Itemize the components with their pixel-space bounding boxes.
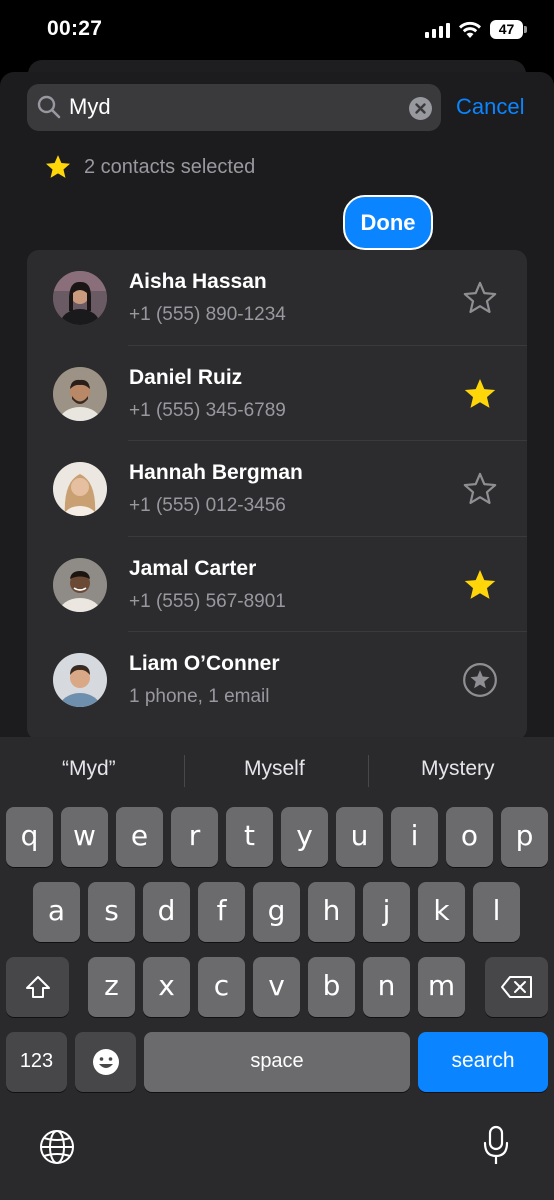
- key-z[interactable]: z: [88, 957, 135, 1017]
- key-s[interactable]: s: [88, 882, 135, 942]
- key-j[interactable]: j: [363, 882, 410, 942]
- key-r[interactable]: r: [171, 807, 218, 867]
- numbers-key[interactable]: 123: [6, 1032, 67, 1092]
- key-f[interactable]: f: [198, 882, 245, 942]
- suggestion-item[interactable]: Mystery: [421, 757, 495, 781]
- avatar: [53, 366, 107, 421]
- suggestion-item[interactable]: Myself: [244, 757, 305, 781]
- wifi-icon: [459, 21, 481, 38]
- contact-detail: 1 phone, 1 email: [129, 686, 270, 707]
- key-i[interactable]: i: [391, 807, 438, 867]
- contacts-list: Aisha Hassan +1 (555) 890-1234 Daniel Ru…: [27, 250, 527, 740]
- shift-key[interactable]: [6, 957, 69, 1017]
- key-p[interactable]: p: [501, 807, 548, 867]
- star-filled-icon[interactable]: [461, 566, 499, 604]
- contact-detail: +1 (555) 012-3456: [129, 495, 286, 516]
- search-key[interactable]: search: [418, 1032, 548, 1092]
- status-time: 00:27: [47, 17, 103, 40]
- contact-detail: +1 (555) 890-1234: [129, 304, 286, 325]
- avatar: [53, 271, 107, 325]
- key-n[interactable]: n: [363, 957, 410, 1017]
- search-query[interactable]: Myd: [69, 93, 111, 121]
- contact-name: Liam O’Conner: [129, 652, 280, 675]
- contact-name: Aisha Hassan: [129, 270, 267, 293]
- key-d[interactable]: d: [143, 882, 190, 942]
- key-e[interactable]: e: [116, 807, 163, 867]
- key-h[interactable]: h: [308, 882, 355, 942]
- key-c[interactable]: c: [198, 957, 245, 1017]
- contact-row[interactable]: Aisha Hassan +1 (555) 890-1234: [27, 250, 527, 346]
- key-a[interactable]: a: [33, 882, 80, 942]
- selection-count: 2 contacts selected: [84, 155, 256, 178]
- star-filled-icon[interactable]: [461, 375, 499, 413]
- suggestion-item[interactable]: “Myd”: [62, 757, 116, 781]
- selection-summary: 2 contacts selected: [44, 153, 255, 181]
- shift-icon: [25, 976, 50, 998]
- backspace-icon: [500, 976, 532, 998]
- key-x[interactable]: x: [143, 957, 190, 1017]
- key-b[interactable]: b: [308, 957, 355, 1017]
- star-circle-icon[interactable]: [461, 661, 499, 699]
- microphone-icon[interactable]: [482, 1125, 510, 1167]
- star-outline-icon[interactable]: [461, 470, 499, 508]
- delete-key[interactable]: [485, 957, 548, 1017]
- key-o[interactable]: o: [446, 807, 493, 867]
- contact-row[interactable]: Hannah Bergman +1 (555) 012-3456: [27, 441, 527, 537]
- suggestion-divider: [184, 755, 185, 787]
- avatar: [53, 653, 107, 707]
- status-bar: 00:27 47: [0, 0, 554, 62]
- key-l[interactable]: l: [473, 882, 520, 942]
- key-t[interactable]: t: [226, 807, 273, 867]
- avatar: [53, 557, 107, 612]
- space-key[interactable]: space: [144, 1032, 410, 1092]
- key-m[interactable]: m: [418, 957, 465, 1017]
- contact-name: Hannah Bergman: [129, 461, 303, 484]
- emoji-icon: [92, 1049, 119, 1075]
- star-filled-icon: [45, 155, 71, 178]
- key-w[interactable]: w: [61, 807, 108, 867]
- key-q[interactable]: q: [6, 807, 53, 867]
- key-g[interactable]: g: [253, 882, 300, 942]
- key-y[interactable]: y: [281, 807, 328, 867]
- cancel-button[interactable]: Cancel: [456, 94, 524, 120]
- emoji-key[interactable]: [75, 1032, 136, 1092]
- contact-name: Jamal Carter: [129, 556, 257, 580]
- contact-detail: +1 (555) 567-8901: [129, 590, 286, 612]
- key-u[interactable]: u: [336, 807, 383, 867]
- key-v[interactable]: v: [253, 957, 300, 1017]
- suggestion-bar: “Myd” Myself Mystery: [0, 737, 554, 805]
- avatar: [53, 462, 107, 516]
- contact-row[interactable]: Daniel Ruiz +1 (555) 345-6789: [27, 346, 527, 441]
- suggestion-divider: [368, 755, 369, 787]
- search-icon: [37, 95, 61, 119]
- battery-icon: 47: [490, 20, 523, 39]
- globe-icon[interactable]: [38, 1128, 76, 1166]
- done-button[interactable]: Done: [343, 195, 433, 250]
- battery-tip: [524, 26, 527, 33]
- contact-row[interactable]: Liam O’Conner 1 phone, 1 email: [27, 632, 527, 728]
- key-k[interactable]: k: [418, 882, 465, 942]
- clear-search-icon[interactable]: [409, 97, 432, 120]
- contact-row[interactable]: Jamal Carter +1 (555) 567-8901: [27, 537, 527, 632]
- star-outline-icon[interactable]: [461, 279, 499, 317]
- cellular-signal-icon: [425, 22, 450, 38]
- contact-name: Daniel Ruiz: [129, 365, 243, 389]
- contact-detail: +1 (555) 345-6789: [129, 399, 286, 421]
